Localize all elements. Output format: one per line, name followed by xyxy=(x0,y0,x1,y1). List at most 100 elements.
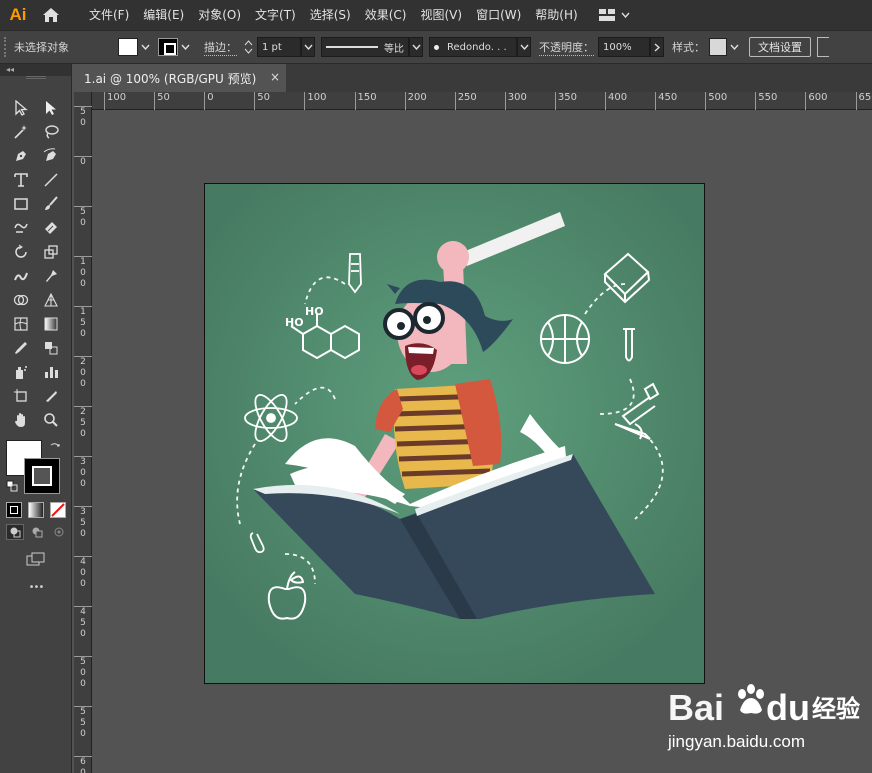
ruler-tick-label: 400 xyxy=(605,92,627,110)
ruler-tick-char: 0 xyxy=(80,118,86,128)
tools-panel-collapse[interactable]: ◂◂ xyxy=(0,64,71,76)
color-mode-icon[interactable] xyxy=(6,502,22,518)
document-setup-button[interactable]: 文档设置 xyxy=(749,37,811,57)
rectangle-tool-icon[interactable] xyxy=(9,193,33,215)
menu-item[interactable]: 编辑(E) xyxy=(136,0,191,30)
ruler-tick-char: 0 xyxy=(80,629,86,639)
edit-toolbar-button[interactable]: ••• xyxy=(24,582,48,596)
ruler-tick-label: 500 xyxy=(74,656,92,690)
slice-tool-icon[interactable] xyxy=(39,385,63,407)
ruler-tick-char: 5 xyxy=(80,657,86,667)
gradient-tool-icon[interactable] xyxy=(39,313,63,335)
vertical-ruler[interactable]: 50050100150200250300350400450500550600 xyxy=(74,92,92,773)
ruler-tick-label: 350 xyxy=(554,92,577,110)
warp-tool-icon[interactable] xyxy=(9,265,33,287)
puppet-warp-tool-icon[interactable] xyxy=(39,265,63,287)
fill-swatch[interactable] xyxy=(118,38,138,56)
grip-handle[interactable] xyxy=(4,37,12,57)
stroke-profile-dropdown[interactable] xyxy=(409,37,423,57)
screen-mode-icon[interactable] xyxy=(24,550,48,568)
artboard-tool-icon[interactable] xyxy=(9,385,33,407)
shaper-tool-icon[interactable] xyxy=(9,217,33,239)
ruler-tick-char: 5 xyxy=(80,207,86,217)
chevron-down-icon xyxy=(519,44,529,50)
stroke-weight-field[interactable]: 1 pt xyxy=(257,37,301,57)
tools-grip[interactable] xyxy=(26,76,46,79)
symbol-sprayer-tool-icon[interactable] xyxy=(9,361,33,383)
swap-colors-icon[interactable] xyxy=(48,440,62,454)
menu-item[interactable]: 文字(T) xyxy=(248,0,303,30)
draw-normal-icon[interactable] xyxy=(6,524,24,540)
home-icon[interactable] xyxy=(36,0,66,30)
menu-item[interactable]: 效果(C) xyxy=(358,0,414,30)
shape-builder-tool-icon[interactable] xyxy=(9,289,33,311)
brush-dropdown[interactable] xyxy=(517,37,531,57)
paintbrush-tool-icon[interactable] xyxy=(39,193,63,215)
illustrator-window: Ai 文件(F) 编辑(E) 对象(O) 文字(T) 选择(S) 效果(C) 视图(V) 窗口… xyxy=(0,0,872,773)
stroke-stepper[interactable] xyxy=(241,37,255,57)
ruler-tick-label: 300 xyxy=(504,92,527,110)
preferences-button-partial[interactable] xyxy=(817,37,829,57)
scale-tool-icon[interactable] xyxy=(39,241,63,263)
zoom-tool-icon[interactable] xyxy=(39,409,63,431)
magic-wand-tool-icon[interactable] xyxy=(9,121,33,143)
style-swatch[interactable] xyxy=(709,38,727,56)
menu-item[interactable]: 文件(F) xyxy=(82,0,136,30)
brush-field[interactable]: Redondo. . . xyxy=(429,37,517,57)
stroke-swatch[interactable] xyxy=(158,38,178,56)
stroke-color-box[interactable] xyxy=(24,458,60,494)
stroke-label[interactable]: 描边： xyxy=(204,39,237,56)
horizontal-ruler[interactable]: 100 50 0 50 100 150 200 250 300 350 400 450 500 550 60… xyxy=(92,92,872,110)
style-dropdown[interactable] xyxy=(727,38,741,56)
mesh-tool-icon[interactable] xyxy=(9,313,33,335)
lasso-tool-icon[interactable] xyxy=(39,121,63,143)
perspective-grid-tool-icon[interactable] xyxy=(39,289,63,311)
ruler-tick-label: 450 xyxy=(655,92,677,110)
default-colors-icon[interactable] xyxy=(6,480,18,492)
menu-item[interactable]: 视图(V) xyxy=(413,0,469,30)
close-tab-icon[interactable]: × xyxy=(270,70,280,84)
opacity-field[interactable]: 100% xyxy=(598,37,650,57)
menu-item[interactable]: 帮助(H) xyxy=(528,0,584,30)
workspace-switcher[interactable] xyxy=(598,9,630,21)
document-tab[interactable]: 1.ai @ 100% (RGB/GPU 预览) × xyxy=(74,64,286,92)
eraser-tool-icon[interactable] xyxy=(39,217,63,239)
artboard[interactable]: HO HO xyxy=(204,183,705,684)
ruler-tick-label: 0 xyxy=(204,92,214,110)
stroke-profile-line xyxy=(326,46,378,48)
stroke-profile-field[interactable]: 等比 xyxy=(321,37,409,57)
ruler-tick-char: 0 xyxy=(80,468,86,478)
draw-inside-icon[interactable] xyxy=(50,524,68,540)
direct-selection-tool-icon[interactable] xyxy=(39,97,63,119)
ruler-tick-char: 0 xyxy=(80,679,86,689)
ruler-tick-label: 500 xyxy=(705,92,727,110)
eyedropper-tool-icon[interactable] xyxy=(9,337,33,359)
gradient-mode-icon[interactable] xyxy=(28,502,44,518)
line-segment-tool-icon[interactable] xyxy=(39,169,63,191)
hand-tool-icon[interactable] xyxy=(9,409,33,431)
rotate-tool-icon[interactable] xyxy=(9,241,33,263)
menu-bar: Ai 文件(F) 编辑(E) 对象(O) 文字(T) 选择(S) 效果(C) 视图(V) 窗口… xyxy=(0,0,872,30)
ruler-tick-label: 450 xyxy=(74,606,92,640)
opacity-expand[interactable] xyxy=(650,37,664,57)
pen-tool-icon[interactable] xyxy=(9,145,33,167)
stroke-dropdown[interactable] xyxy=(178,38,192,56)
menu-item[interactable]: 选择(S) xyxy=(303,0,358,30)
baidu-logo-text-right: du xyxy=(766,687,810,728)
curvature-tool-icon[interactable] xyxy=(39,145,63,167)
ruler-tick-label: 600 xyxy=(74,756,92,773)
menu-item[interactable]: 窗口(W) xyxy=(469,0,528,30)
ruler-tick-char: 0 xyxy=(80,768,86,773)
draw-behind-icon[interactable] xyxy=(28,524,46,540)
selection-tool-icon[interactable] xyxy=(9,97,33,119)
fill-dropdown[interactable] xyxy=(138,38,152,56)
blend-tool-icon[interactable] xyxy=(39,337,63,359)
type-tool-icon[interactable] xyxy=(9,169,33,191)
opacity-label[interactable]: 不透明度： xyxy=(539,39,594,56)
menu-item[interactable]: 对象(O) xyxy=(191,0,248,30)
stroke-weight-dropdown[interactable] xyxy=(301,37,315,57)
ruler-tick-label: 400 xyxy=(74,556,92,590)
none-mode-icon[interactable] xyxy=(50,502,66,518)
column-graph-tool-icon[interactable] xyxy=(39,361,63,383)
ruler-tick-label: 100 xyxy=(74,256,92,290)
